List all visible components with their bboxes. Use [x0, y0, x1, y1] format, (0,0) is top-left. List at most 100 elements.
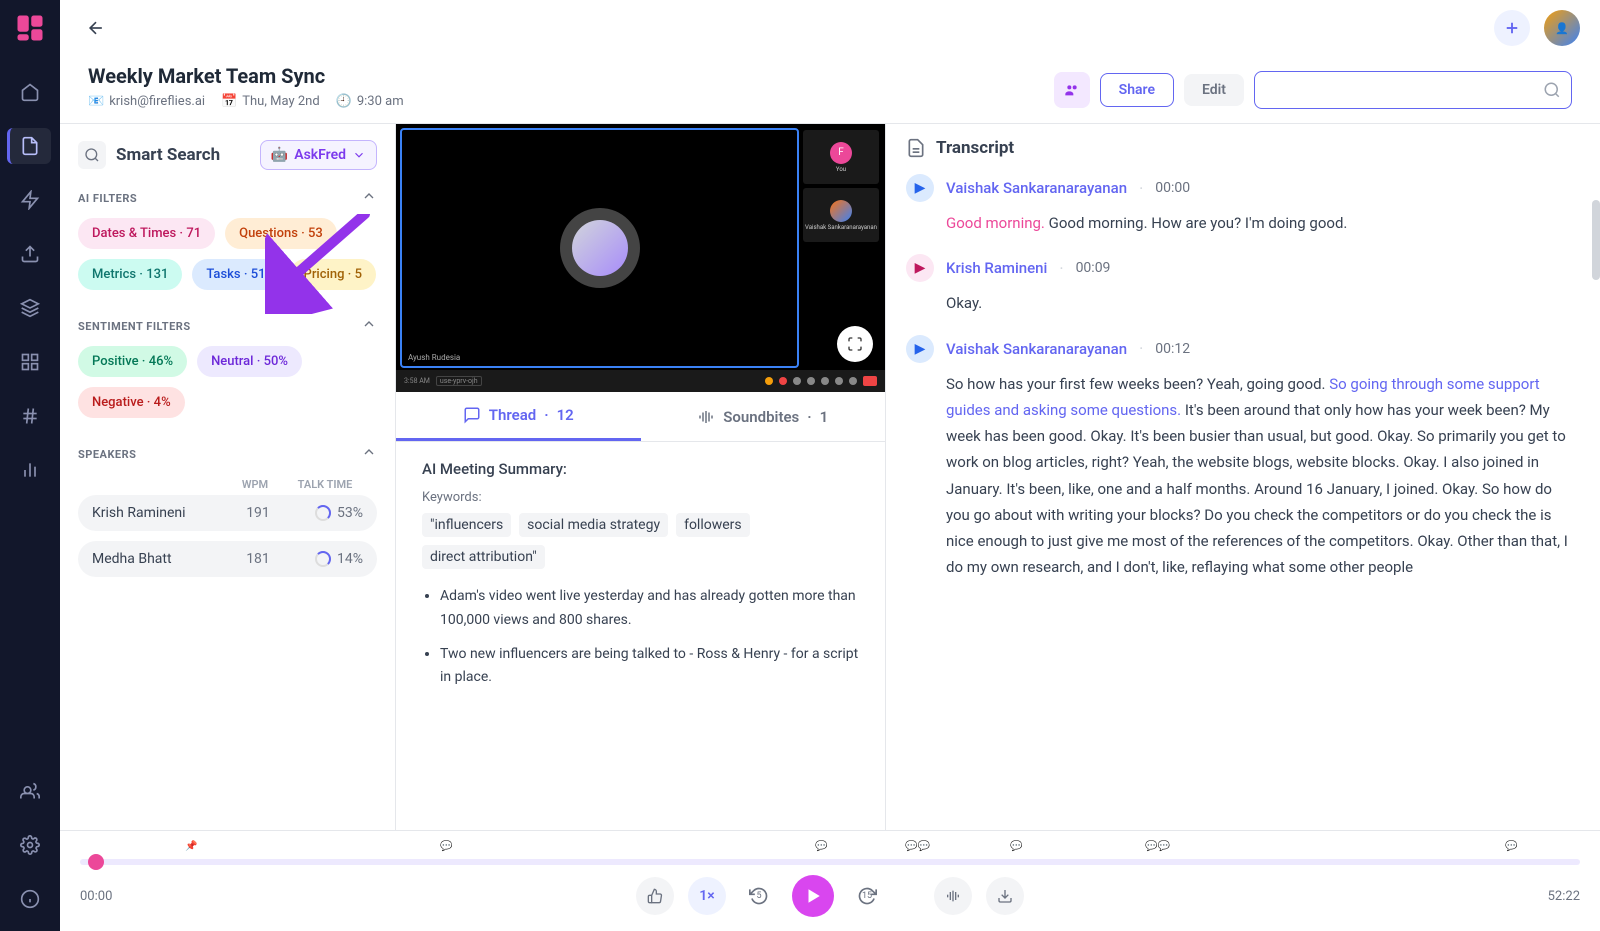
nav-settings[interactable] [8, 827, 52, 863]
transcript-label: Transcript [936, 138, 1014, 158]
meeting-date: 📅 Thu, May 2nd [221, 94, 320, 109]
player-bar: 📌 💬 💬 💬💬 💬 💬💬 💬 00:00 1× 5 15 [60, 830, 1600, 931]
chevron-down-icon [352, 148, 366, 162]
nav-info[interactable] [8, 881, 52, 917]
sentiment-neutral[interactable]: Neutral · 50% [197, 346, 302, 377]
smart-search-label: Smart Search [116, 145, 220, 165]
search-icon [1543, 81, 1561, 99]
keyword-tag[interactable]: direct attribution" [422, 545, 545, 569]
meeting-time: 🕘 9:30 am [336, 94, 404, 109]
video-player[interactable]: Ayush Rudesia FYou Vaishak Sankaranaraya… [396, 124, 885, 392]
waveform-button[interactable] [934, 877, 972, 915]
nav-apps[interactable] [8, 344, 52, 380]
col-wpm: WPM [225, 478, 285, 491]
transcript-panel: Transcript ▶ Vaishak Sankaranarayanan · … [886, 124, 1600, 830]
meeting-owner: 📧 krish@fireflies.ai [88, 94, 205, 109]
nav-upload[interactable] [8, 236, 52, 272]
thumbs-up-button[interactable] [636, 877, 674, 915]
askfred-button[interactable]: 🤖 AskFred [260, 140, 377, 170]
talk-ring-icon [315, 551, 331, 567]
speaker-row[interactable]: Krish Ramineni 191 53% [78, 495, 377, 531]
soundbites-icon [697, 408, 715, 426]
time-current: 00:00 [80, 889, 160, 904]
summary-title: AI Meeting Summary: [422, 460, 859, 478]
col-talktime: TALK TIME [285, 478, 365, 491]
sentiment-label: SENTIMENT FILTERS [78, 320, 191, 333]
transcript-item[interactable]: ▶ Krish Ramineni · 00:09 Okay. [906, 254, 1576, 316]
summary-panel: AI Meeting Summary: Keywords: "influence… [396, 442, 885, 830]
timeline-mark-icon: 💬 [440, 841, 452, 852]
filter-metrics[interactable]: Metrics · 131 [78, 259, 182, 290]
filter-questions[interactable]: Questions · 53 [225, 218, 337, 249]
nav-bolt[interactable] [8, 182, 52, 218]
play-button[interactable] [792, 875, 834, 917]
main-area: 👤 Weekly Market Team Sync 📧 krish@firefl… [60, 0, 1600, 931]
add-button[interactable] [1494, 10, 1530, 46]
filter-pricing[interactable]: Pricing · 5 [290, 259, 376, 290]
meeting-header: Weekly Market Team Sync 📧 krish@fireflie… [60, 56, 1600, 124]
download-button[interactable] [986, 877, 1024, 915]
participants-icon[interactable] [1054, 72, 1090, 108]
transcript-icon [906, 138, 926, 158]
ai-filters-label: AI FILTERS [78, 192, 137, 205]
video-tile[interactable]: Vaishak Sankaranarayanan [803, 188, 879, 242]
filters-panel: Smart Search 🤖 AskFred AI FILTERS Dates … [60, 124, 396, 830]
nav-home[interactable] [8, 74, 52, 110]
speaker-avatar-icon: ▶ [906, 254, 934, 282]
summary-tabs: Thread · 12 Soundbites · 1 [396, 392, 885, 442]
fullscreen-button[interactable] [837, 326, 873, 362]
transcript-item[interactable]: ▶ Vaishak Sankaranarayanan · 00:12 So ho… [906, 335, 1576, 581]
keywords-label: Keywords: [422, 490, 859, 505]
search-box[interactable] [1254, 71, 1572, 109]
scrollbar[interactable] [1592, 200, 1600, 280]
talk-ring-icon [315, 505, 331, 521]
sentiment-positive[interactable]: Positive · 46% [78, 346, 187, 377]
speaker-avatar-icon: ▶ [906, 174, 934, 202]
timeline-mark-icon: 💬 [815, 841, 827, 852]
nav-analytics[interactable] [8, 452, 52, 488]
video-controls: 3:58 AM use-yprv-ojh [396, 370, 885, 392]
video-main-tile: Ayush Rudesia [400, 128, 799, 368]
app-logo [12, 10, 48, 46]
thread-icon [463, 406, 481, 424]
smart-search-icon [78, 141, 106, 169]
edit-button[interactable]: Edit [1184, 74, 1244, 106]
mid-panel: Ayush Rudesia FYou Vaishak Sankaranaraya… [396, 124, 886, 830]
keyword-tag[interactable]: "influencers [422, 513, 511, 537]
nav-rail [0, 0, 60, 931]
topbar: 👤 [60, 0, 1600, 56]
keyword-tag[interactable]: social media strategy [519, 513, 668, 537]
nav-layers[interactable] [8, 290, 52, 326]
ai-filters-collapse[interactable] [361, 188, 377, 208]
user-avatar[interactable]: 👤 [1544, 10, 1580, 46]
forward-15-button[interactable]: 15 [848, 877, 886, 915]
sentiment-negative[interactable]: Negative · 4% [78, 387, 185, 418]
summary-bullet: Two new influencers are being talked to … [440, 643, 859, 691]
playhead[interactable] [88, 854, 104, 870]
back-button[interactable] [80, 12, 112, 44]
nav-team[interactable] [8, 773, 52, 809]
nav-notes[interactable] [7, 128, 51, 164]
timeline-mark-icon: 💬💬 [905, 841, 930, 852]
rewind-5-button[interactable]: 5 [740, 877, 778, 915]
nav-hash[interactable] [8, 398, 52, 434]
keyword-tag[interactable]: followers [676, 513, 750, 537]
video-tile[interactable]: FYou [803, 130, 879, 184]
filter-dates[interactable]: Dates & Times · 71 [78, 218, 215, 249]
search-input[interactable] [1265, 82, 1543, 98]
sentiment-collapse[interactable] [361, 316, 377, 336]
speed-button[interactable]: 1× [688, 877, 726, 915]
timeline-mark-icon: 💬 [1010, 841, 1022, 852]
summary-bullet: Adam's video went live yesterday and has… [440, 585, 859, 633]
timeline[interactable] [80, 859, 1580, 865]
speaker-row[interactable]: Medha Bhatt 181 14% [78, 541, 377, 577]
transcript-item[interactable]: ▶ Vaishak Sankaranarayanan · 00:00 Good … [906, 174, 1576, 236]
tab-thread[interactable]: Thread · 12 [396, 392, 641, 441]
filter-tasks[interactable]: Tasks · 51 [192, 259, 279, 290]
speakers-collapse[interactable] [361, 444, 377, 464]
share-button[interactable]: Share [1100, 73, 1174, 107]
time-total: 52:22 [1500, 889, 1580, 904]
tab-soundbites[interactable]: Soundbites · 1 [641, 392, 886, 441]
speakers-label: SPEAKERS [78, 448, 136, 461]
timeline-mark-icon: 💬💬 [1145, 841, 1170, 852]
